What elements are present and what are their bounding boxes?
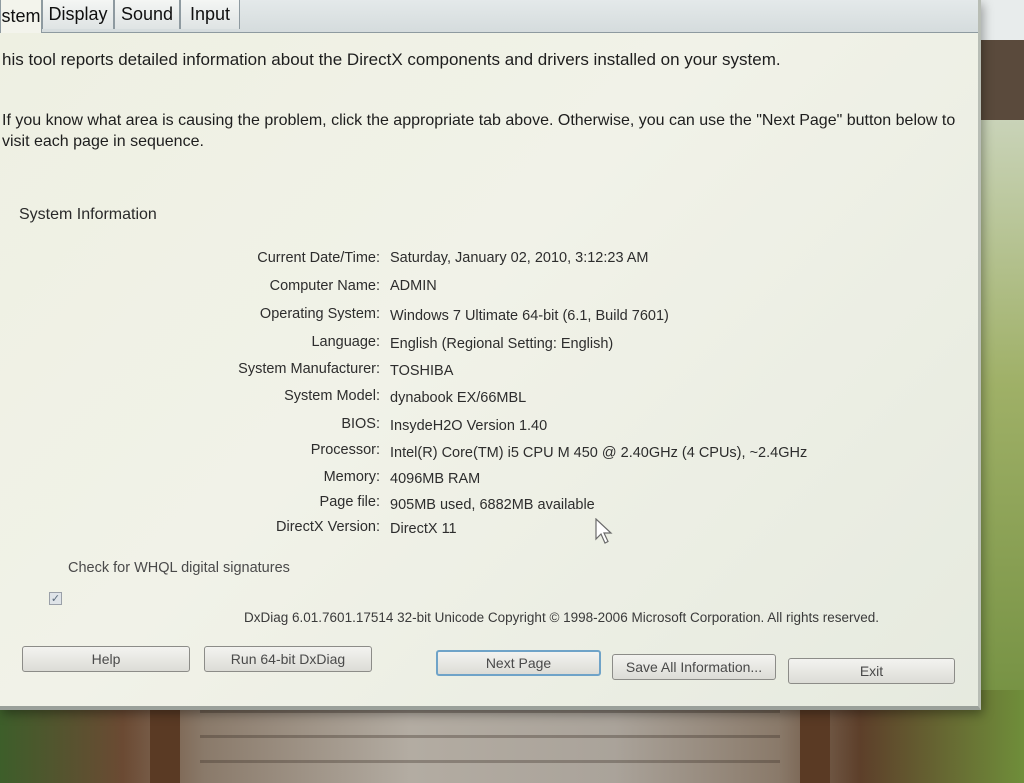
intro-text-line2: If you know what area is causing the pro… bbox=[2, 112, 956, 129]
mouse-pointer-icon bbox=[595, 518, 613, 544]
tab-sound-label: Sound bbox=[120, 4, 174, 24]
info-label: Current Date/Time: bbox=[257, 250, 380, 266]
info-label: BIOS: bbox=[341, 416, 380, 432]
intro-text-line1: his tool reports detailed information ab… bbox=[2, 50, 781, 69]
tab-input-label: Input bbox=[189, 4, 231, 24]
tab-display[interactable]: Display bbox=[42, 0, 114, 29]
info-label: Processor: bbox=[310, 442, 380, 458]
dxdiag-window: stem Display Sound Input his tool report… bbox=[0, 0, 981, 710]
whql-checkbox[interactable]: ✓ bbox=[49, 592, 62, 605]
info-label: Operating System: bbox=[259, 306, 380, 322]
info-value: Intel(R) Core(TM) i5 CPU M 450 @ 2.40GHz… bbox=[390, 445, 808, 461]
info-value: 4096MB RAM bbox=[390, 471, 481, 487]
system-tab-panel: his tool reports detailed information ab… bbox=[0, 32, 966, 704]
boardwalk-plank bbox=[200, 760, 780, 763]
next-page-button[interactable]: Next Page bbox=[436, 650, 601, 676]
copyright-text: DxDiag 6.01.7601.17514 32-bit Unicode Co… bbox=[244, 610, 880, 625]
tab-display-label: Display bbox=[48, 4, 108, 24]
info-label: Memory: bbox=[323, 469, 380, 485]
boardwalk-plank bbox=[200, 710, 780, 713]
info-label: Computer Name: bbox=[269, 278, 380, 294]
info-label: Language: bbox=[311, 334, 380, 350]
save-all-information-button[interactable]: Save All Information... bbox=[612, 654, 776, 680]
info-value: InsydeH2O Version 1.40 bbox=[390, 418, 548, 434]
help-button-label: Help bbox=[91, 651, 121, 667]
run-64bit-dxdiag-button-label: Run 64-bit DxDiag bbox=[230, 651, 346, 667]
tab-system[interactable]: stem bbox=[0, 0, 42, 33]
exit-button-label: Exit bbox=[859, 663, 884, 679]
system-information-groupbox-title: System Information bbox=[19, 206, 157, 223]
tab-system-label: stem bbox=[1, 6, 41, 26]
checkmark-icon: ✓ bbox=[50, 592, 61, 605]
info-label: Page file: bbox=[319, 494, 380, 510]
info-value: dynabook EX/66MBL bbox=[390, 390, 527, 406]
tab-strip: stem Display Sound Input bbox=[0, 0, 978, 33]
info-label: System Model: bbox=[284, 388, 380, 404]
info-label: DirectX Version: bbox=[276, 519, 380, 535]
whql-checkbox-label[interactable]: Check for WHQL digital signatures bbox=[68, 560, 290, 576]
info-value: DirectX 11 bbox=[390, 521, 457, 537]
info-value: 905MB used, 6882MB available bbox=[390, 497, 595, 513]
info-value: English (Regional Setting: English) bbox=[390, 336, 614, 352]
boardwalk-plank bbox=[200, 735, 780, 738]
intro-text-line3: visit each page in sequence. bbox=[2, 133, 204, 150]
save-all-information-button-label: Save All Information... bbox=[625, 659, 763, 675]
info-value: ADMIN bbox=[390, 278, 437, 294]
tab-input[interactable]: Input bbox=[180, 0, 240, 29]
info-label: System Manufacturer: bbox=[238, 361, 380, 377]
next-page-button-label: Next Page bbox=[485, 655, 552, 671]
info-value: Saturday, January 02, 2010, 3:12:23 AM bbox=[390, 250, 649, 266]
info-value: Windows 7 Ultimate 64-bit (6.1, Build 76… bbox=[390, 308, 669, 324]
help-button[interactable]: Help bbox=[22, 646, 190, 672]
exit-button[interactable]: Exit bbox=[788, 658, 955, 684]
tab-sound[interactable]: Sound bbox=[114, 0, 180, 29]
info-value: TOSHIBA bbox=[390, 363, 454, 379]
run-64bit-dxdiag-button[interactable]: Run 64-bit DxDiag bbox=[204, 646, 372, 672]
